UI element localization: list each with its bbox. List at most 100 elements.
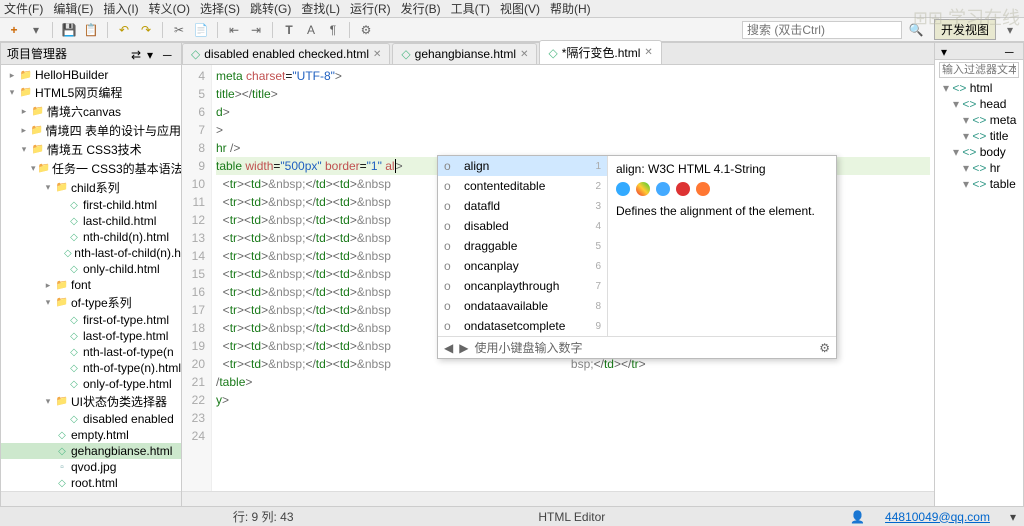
autocomplete-item[interactable]: odraggable5 (438, 236, 607, 256)
gear-icon[interactable]: ⚙ (819, 341, 830, 355)
menu-item[interactable]: 转义(O) (149, 0, 190, 17)
indent-icon[interactable]: ⇥ (248, 22, 264, 38)
tree-item[interactable]: ◇nth-last-of-type(n (1, 344, 181, 360)
editor-tabs: ◇disabled enabled checked.html✕◇gehangbi… (182, 43, 934, 65)
paste-icon[interactable]: 📄 (193, 22, 209, 38)
tree-item[interactable]: ▸📁情境四 表单的设计与应用 (1, 121, 181, 140)
next-icon[interactable]: ▶ (459, 341, 468, 355)
tree-item[interactable]: ◇nth-of-type(n).html (1, 360, 181, 376)
editor-tab[interactable]: ◇disabled enabled checked.html✕ (182, 43, 390, 64)
menu-item[interactable]: 插入(I) (103, 0, 138, 17)
menubar: 文件(F) 编辑(E) 插入(I) 转义(O) 选择(S) 跳转(G) 查找(L) 运行(R)… (0, 0, 1024, 18)
format-icon[interactable]: ¶ (325, 22, 341, 38)
tree-item[interactable]: ▾📁UI状态伪类选择器 (1, 392, 181, 411)
redo-icon[interactable]: ↷ (138, 22, 154, 38)
tree-item[interactable]: ◇last-of-type.html (1, 328, 181, 344)
menu-item[interactable]: 选择(S) (200, 0, 240, 17)
status-menu-icon[interactable]: ▾ (1010, 510, 1016, 524)
autocomplete-item[interactable]: ocontenteditable2 (438, 176, 607, 196)
tree-item[interactable]: ◇only-child.html (1, 261, 181, 277)
outline-item[interactable]: ▾ <> html (939, 80, 1019, 96)
tree-item[interactable]: ▸📁font (1, 277, 181, 293)
tree-item[interactable]: ▾📁情境五 CSS3技术 (1, 140, 181, 159)
cut-icon[interactable]: ✂ (171, 22, 187, 38)
outline-tree[interactable]: ▾ <> html▾ <> head▾ <> meta▾ <> title▾ <… (935, 60, 1023, 507)
menu-item[interactable]: 运行(R) (350, 0, 391, 17)
autocomplete-item[interactable]: ooncanplay6 (438, 256, 607, 276)
tree-item[interactable]: ▾📁child系列 (1, 178, 181, 197)
close-icon[interactable]: ✕ (520, 49, 528, 60)
menu-item[interactable]: 跳转(G) (250, 0, 291, 17)
autocomplete-item[interactable]: oondataavailable8 (438, 296, 607, 316)
tree-item[interactable]: ▸📁情境六canvas (1, 102, 181, 121)
menu-item[interactable]: 工具(T) (451, 0, 490, 17)
outline-item[interactable]: ▾ <> head (939, 96, 1019, 112)
editor-h-scrollbar[interactable] (182, 491, 934, 507)
link-icon[interactable]: ⇄ (131, 48, 143, 60)
h-scrollbar[interactable] (1, 491, 181, 507)
autocomplete-popup[interactable]: oalign1ocontenteditable2odatafld3odisabl… (437, 155, 837, 359)
menu-item[interactable]: 帮助(H) (550, 0, 591, 17)
opera-icon (676, 182, 690, 196)
outline-item[interactable]: ▾ <> title (939, 128, 1019, 144)
outline-min-icon[interactable]: ─ (1005, 45, 1017, 57)
editor-tab[interactable]: ◇*隔行变色.html✕ (539, 40, 661, 64)
project-tree[interactable]: ▸📁HelloHBuilder▾📁HTML5网页编程▸📁情境六canvas▸📁情… (1, 65, 181, 491)
menu-icon[interactable]: ▾ (147, 48, 159, 60)
autocomplete-list[interactable]: oalign1ocontenteditable2odatafld3odisabl… (438, 156, 608, 336)
text-icon[interactable]: T (281, 22, 297, 38)
autocomplete-item[interactable]: oondatasetcomplete9 (438, 316, 607, 336)
outline-menu-icon[interactable]: ▾ (941, 45, 953, 57)
code-editor[interactable]: 456789101112131415161718192021222324 met… (182, 65, 934, 491)
autocomplete-item[interactable]: oalign1 (438, 156, 607, 176)
new-icon[interactable]: + (6, 22, 22, 38)
line-gutter: 456789101112131415161718192021222324 (182, 65, 212, 491)
font-icon[interactable]: A (303, 22, 319, 38)
tree-item[interactable]: ▾📁任务一 CSS3的基本语法 (1, 159, 181, 178)
close-icon[interactable]: ✕ (644, 47, 652, 58)
tree-item[interactable]: ▸📁HelloHBuilder (1, 67, 181, 83)
outline-item[interactable]: ▾ <> hr (939, 160, 1019, 176)
tree-item[interactable]: ◇last-child.html (1, 213, 181, 229)
code-area[interactable]: meta charset="UTF-8">title></title>d>>hr… (212, 65, 934, 491)
outdent-icon[interactable]: ⇤ (226, 22, 242, 38)
run-icon[interactable]: ⚙ (358, 22, 374, 38)
tree-item[interactable]: ◇nth-last-of-child(n).h (1, 245, 181, 261)
tree-item[interactable]: ◇gehangbianse.html (1, 443, 181, 459)
safari-icon (656, 182, 670, 196)
menu-item[interactable]: 查找(L) (301, 0, 340, 17)
minimize-icon[interactable]: ─ (163, 48, 175, 60)
tree-item[interactable]: ◇empty.html (1, 427, 181, 443)
tree-item[interactable]: ▾📁HTML5网页编程 (1, 83, 181, 102)
tree-item[interactable]: ◇nth-child(n).html (1, 229, 181, 245)
menu-item[interactable]: 视图(V) (500, 0, 540, 17)
copy-icon[interactable]: 📋 (83, 22, 99, 38)
menu-item[interactable]: 编辑(E) (53, 0, 93, 17)
tree-item[interactable]: ▾📁of-type系列 (1, 293, 181, 312)
tree-item[interactable]: ◇first-of-type.html (1, 312, 181, 328)
dropdown-icon[interactable]: ▾ (28, 22, 44, 38)
prev-icon[interactable]: ◀ (444, 341, 453, 355)
autocomplete-item[interactable]: odatafld3 (438, 196, 607, 216)
chrome-icon (636, 182, 650, 196)
tree-item[interactable]: ◇disabled enabled (1, 411, 181, 427)
autocomplete-item[interactable]: odisabled4 (438, 216, 607, 236)
outline-item[interactable]: ▾ <> table (939, 176, 1019, 192)
editor-panel: ◇disabled enabled checked.html✕◇gehangbi… (182, 42, 934, 508)
save-icon[interactable]: 💾 (61, 22, 77, 38)
menu-item[interactable]: 文件(F) (4, 0, 43, 17)
menu-item[interactable]: 发行(B) (401, 0, 441, 17)
tree-item[interactable]: ▫qvod.jpg (1, 459, 181, 475)
autocomplete-item[interactable]: ooncanplaythrough7 (438, 276, 607, 296)
search-input[interactable] (742, 21, 902, 39)
user-email-link[interactable]: 44810049@qq.com (885, 510, 990, 524)
close-icon[interactable]: ✕ (373, 49, 381, 60)
outline-filter-input[interactable] (939, 62, 1019, 78)
undo-icon[interactable]: ↶ (116, 22, 132, 38)
outline-item[interactable]: ▾ <> body (939, 144, 1019, 160)
editor-tab[interactable]: ◇gehangbianse.html✕ (392, 43, 537, 64)
outline-item[interactable]: ▾ <> meta (939, 112, 1019, 128)
tree-item[interactable]: ◇only-of-type.html (1, 376, 181, 392)
tree-item[interactable]: ◇root.html (1, 475, 181, 491)
tree-item[interactable]: ◇first-child.html (1, 197, 181, 213)
